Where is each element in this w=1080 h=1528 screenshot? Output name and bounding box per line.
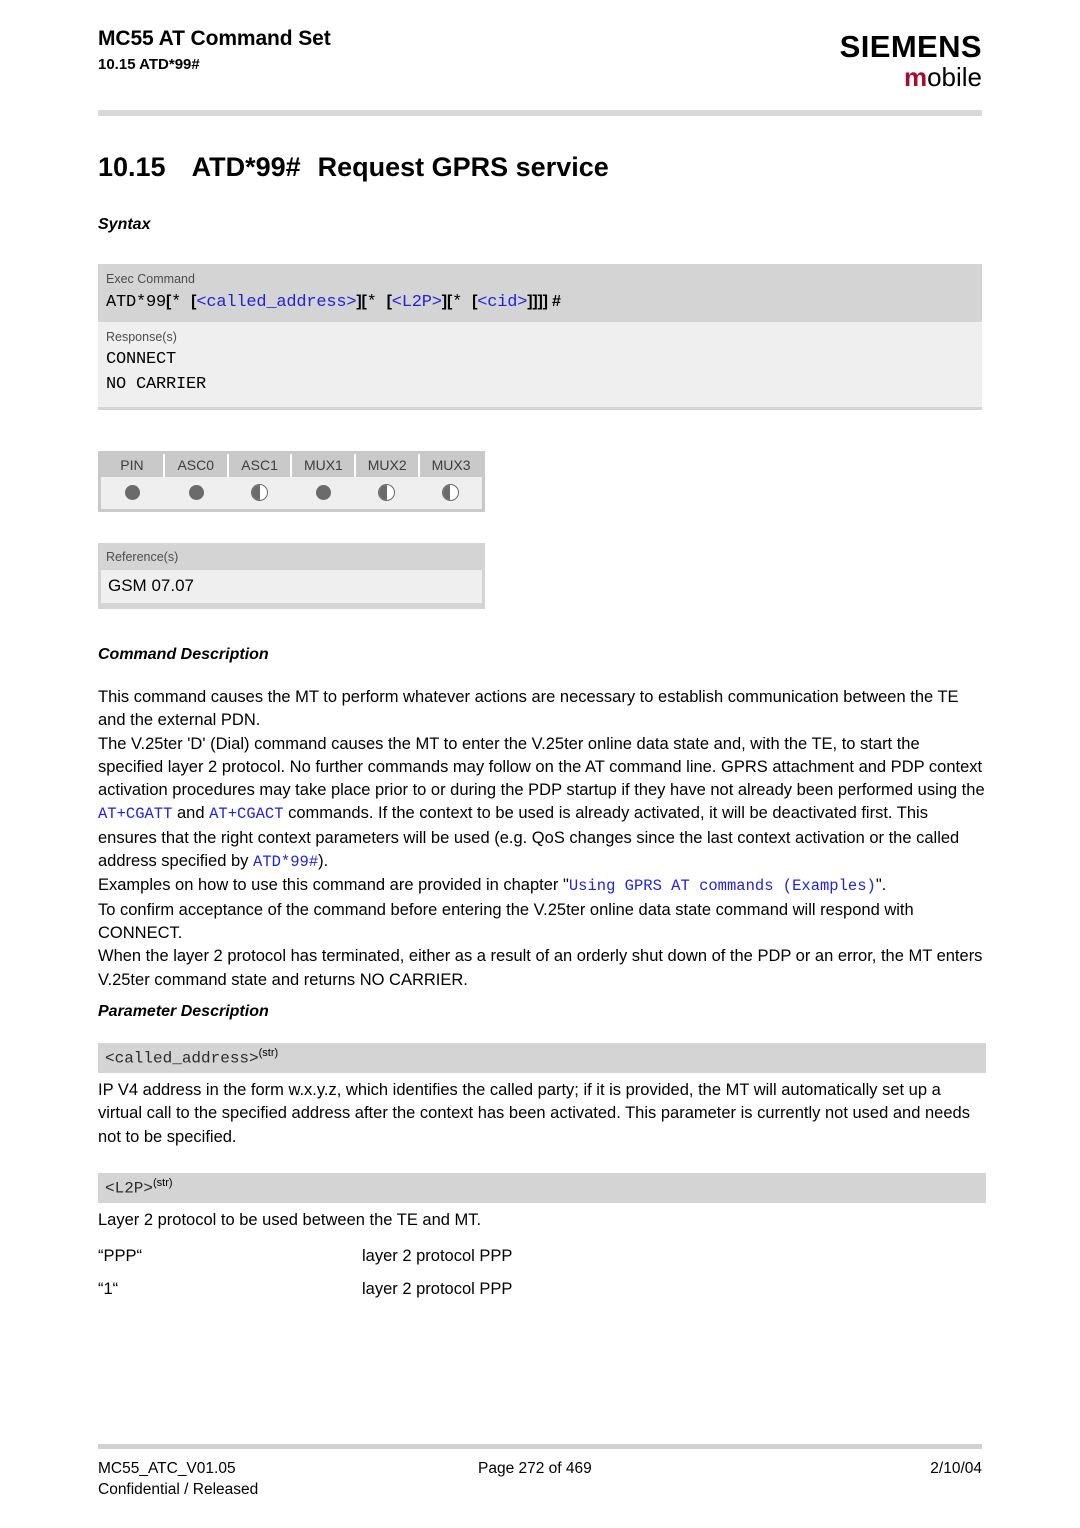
reference-table: Reference(s) GSM 07.07: [98, 543, 485, 609]
param-type-l2p: (str): [153, 1177, 173, 1189]
param-description-l2p: Layer 2 protocol to be used between the …: [98, 1209, 986, 1232]
footer-page-number: Page 272 of 469: [478, 1460, 592, 1477]
section-title-text: Request GPRS service: [317, 152, 609, 182]
footer-classification: Confidential / Released: [98, 1481, 259, 1498]
availability-status-mux1: [292, 477, 356, 509]
syntax-placeholder: <cid>: [477, 293, 528, 312]
response-label: Response(s): [106, 330, 177, 344]
footer-doc-id: MC55_ATC_V01.05: [98, 1460, 236, 1477]
footer-row-secondary: Confidential / Released: [98, 1479, 982, 1500]
availability-column-asc0: ASC0: [165, 454, 229, 477]
header-section-ref: 10.15 ATD*99#: [98, 56, 200, 73]
page-title: 10.15 ATD*99# Request GPRS service: [98, 152, 609, 183]
brand-tagline: mobile: [840, 62, 982, 92]
page-footer: MC55_ATC_V01.05 Page 272 of 469 2/10/04 …: [98, 1458, 982, 1500]
syntax-table: Exec Command ATD*99[* [<called_address>]…: [98, 264, 982, 410]
availability-status-mux2: [355, 477, 419, 509]
section-command: ATD*99#: [191, 152, 301, 182]
brand-tagline-rest: obile: [927, 62, 982, 92]
half-filled-circle-icon: [251, 484, 269, 502]
inline-command-reference[interactable]: AT+CGATT: [98, 805, 172, 823]
availability-status-asc0: [165, 477, 229, 509]
heading-command-description: Command Description: [98, 646, 269, 663]
reference-label: Reference(s): [106, 550, 179, 564]
filled-circle-icon: [315, 485, 331, 501]
brand-accent-letter: m: [903, 62, 928, 92]
param-value-row: “1“ layer 2 protocol PPP: [98, 1273, 986, 1306]
availability-status-row: [101, 477, 482, 509]
param-type-called-address: (str): [258, 1047, 279, 1059]
param-value-list-l2p: “PPP“ layer 2 protocol PPP “1“ layer 2 prot…: [98, 1240, 986, 1306]
param-value-key: “PPP“: [98, 1247, 143, 1265]
param-description-text: IP V4 address in the form w.x.y.z, which…: [98, 1081, 970, 1146]
syntax-bracket: ]]]]: [527, 293, 548, 310]
heading-syntax: Syntax: [98, 216, 151, 233]
description-paragraph: When the layer 2 protocol has terminated…: [98, 947, 983, 989]
inline-command-reference[interactable]: ATD*99#: [253, 853, 318, 871]
param-value-description: layer 2 protocol PPP: [362, 1247, 513, 1265]
availability-column-asc1: ASC1: [229, 454, 293, 477]
syntax-placeholder: <called_address>: [196, 293, 357, 312]
response-block: Response(s) CONNECT NO CARRIER: [98, 322, 982, 410]
command-description-body: This command causes the MT to perform wh…: [98, 686, 986, 992]
header-left: MC55 AT Command Set 10.15 ATD*99#: [98, 26, 331, 76]
param-value-description: layer 2 protocol PPP: [362, 1280, 513, 1298]
half-filled-circle-icon: [378, 484, 396, 502]
header-divider: [98, 110, 982, 116]
availability-status-mux3: [419, 477, 483, 509]
exec-command-label: Exec Command: [106, 272, 195, 286]
availability-status-pin: [101, 477, 165, 509]
syntax-literal: ATD*99: [106, 293, 167, 312]
availability-column-pin: PIN: [101, 454, 165, 477]
filled-circle-icon: [188, 485, 204, 501]
param-header-l2p: <L2P>(str): [98, 1173, 986, 1204]
footer-divider: [98, 1444, 982, 1449]
inline-command-reference[interactable]: AT+CGACT: [209, 805, 283, 823]
availability-column-mux1: MUX1: [292, 454, 357, 477]
description-paragraph: The V.25ter 'D' (Dial) command causes th…: [98, 734, 985, 872]
footer-row-primary: MC55_ATC_V01.05 Page 272 of 469 2/10/04: [98, 1458, 982, 1479]
syntax-bracket: #: [547, 293, 561, 310]
description-paragraph: This command causes the MT to perform wh…: [98, 688, 959, 730]
response-no-carrier: NO CARRIER: [106, 375, 207, 394]
brand-logo: SIEMENS mobile: [839, 29, 982, 93]
param-name-called-address: <called_address>: [105, 1049, 259, 1068]
param-value-row: “PPP“ layer 2 protocol PPP: [98, 1240, 986, 1273]
inline-command-reference[interactable]: Using GPRS AT commands (Examples): [569, 877, 876, 895]
document-title: MC55 AT Command Set: [98, 27, 331, 50]
heading-parameter-description: Parameter Description: [98, 1003, 269, 1020]
description-paragraph: To confirm acceptance of the command bef…: [98, 900, 914, 942]
half-filled-circle-icon: [441, 484, 459, 502]
brand-name: SIEMENS: [839, 29, 982, 64]
filled-circle-icon: [125, 485, 141, 501]
reference-value: GSM 07.07: [101, 570, 482, 603]
availability-header-row: PIN ASC0 ASC1 MUX1 MUX2 MUX3: [101, 454, 482, 477]
param-value-key: “1“: [98, 1280, 119, 1298]
footer-date: 2/10/04: [930, 1460, 982, 1477]
section-number: 10.15: [98, 152, 166, 182]
syntax-literal: *: [366, 293, 387, 312]
param-description-called-address: IP V4 address in the form w.x.y.z, which…: [98, 1079, 986, 1149]
syntax-literal: *: [452, 293, 473, 312]
param-description-text: Layer 2 protocol to be used between the …: [98, 1211, 482, 1229]
param-header-called-address: <called_address>(str): [98, 1043, 986, 1074]
document-page: MC55 AT Command Set 10.15 ATD*99# SIEMEN…: [0, 0, 1080, 1528]
exec-command-block: Exec Command ATD*99[* [<called_address>]…: [98, 264, 982, 322]
param-name-l2p: <L2P>: [105, 1179, 154, 1198]
exec-command-syntax: ATD*99[* [<called_address>][* [<L2P>][* …: [98, 289, 982, 316]
syntax-placeholder: <L2P>: [391, 293, 442, 312]
syntax-literal: *: [171, 293, 192, 312]
availability-column-mux2: MUX2: [356, 454, 421, 477]
availability-status-asc1: [228, 477, 292, 509]
description-paragraph: Examples on how to use this command are …: [98, 876, 887, 896]
availability-column-mux3: MUX3: [431, 457, 471, 473]
response-connect: CONNECT: [106, 350, 177, 369]
availability-table: PIN ASC0 ASC1 MUX1 MUX2 MUX3: [98, 451, 485, 512]
